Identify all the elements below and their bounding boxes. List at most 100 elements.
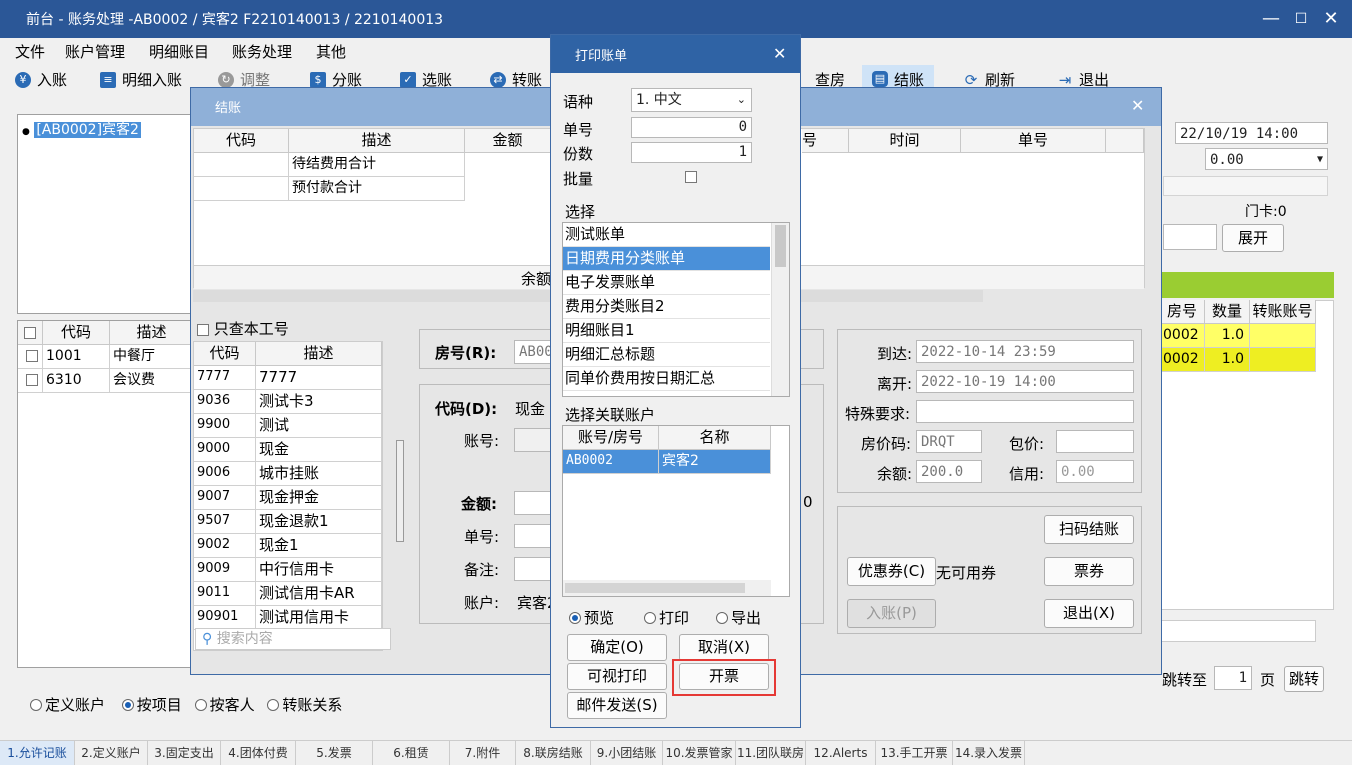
status-tab[interactable]: 14.录入发票 — [953, 741, 1025, 765]
status-tab[interactable]: 13.手工开票 — [876, 741, 953, 765]
code-row-code[interactable]: 9002 — [194, 534, 256, 558]
status-tab[interactable]: 12.Alerts — [806, 741, 876, 765]
blank-input[interactable] — [1163, 224, 1217, 250]
batch-checkbox[interactable] — [685, 171, 697, 183]
exit-icon: ⇥ — [1058, 70, 1072, 89]
status-tab[interactable]: 10.发票管家 — [663, 741, 736, 765]
amount-input[interactable] — [514, 491, 554, 515]
code-row-desc[interactable]: 测试卡3 — [256, 390, 382, 414]
code-row-desc[interactable]: 城市挂账 — [256, 462, 382, 486]
filter-guest[interactable]: 按客人 — [194, 696, 255, 714]
menu-file[interactable]: 文件 — [15, 41, 45, 62]
filter-define[interactable]: 定义账户 — [30, 696, 105, 714]
tree-item[interactable]: ● [AB0002]宾客2 — [22, 119, 141, 139]
invoice-button[interactable]: 开票 — [679, 663, 769, 690]
menu-details[interactable]: 明细账目 — [149, 41, 209, 62]
splitter-handle[interactable] — [396, 440, 404, 542]
status-tab[interactable]: 5.发票 — [296, 741, 373, 765]
ticket-input[interactable] — [514, 524, 554, 548]
code-row-code[interactable]: 9900 — [194, 414, 256, 438]
no-input[interactable]: 0 — [631, 117, 752, 138]
cancel-button[interactable]: 取消(X) — [679, 634, 769, 661]
code-row-desc[interactable]: 中行信用卡 — [256, 558, 382, 582]
scan-checkout-button[interactable]: 扫码结账 — [1044, 515, 1134, 544]
code-row-code[interactable]: 9000 — [194, 438, 256, 462]
minimize-button[interactable]: — — [1256, 6, 1286, 32]
post-button[interactable]: ¥ 入账 — [15, 69, 67, 90]
visual-print-button[interactable]: 可视打印 — [567, 663, 667, 690]
bill-item[interactable]: 日期费用分类账单 — [563, 247, 770, 271]
status-tab[interactable]: 3.固定支出 — [148, 741, 221, 765]
code-row-desc[interactable]: 测试用信用卡 — [256, 606, 382, 630]
close-window-button[interactable]: ✕ — [1316, 6, 1346, 32]
detail-post-button[interactable]: ≡ 明细入账 — [100, 69, 182, 90]
code-row-desc[interactable]: 现金退款1 — [256, 510, 382, 534]
code-row-code[interactable]: 90901 — [194, 606, 256, 630]
status-tab[interactable]: 11.团队联房 — [736, 741, 806, 765]
related-acct[interactable]: AB0002 — [563, 450, 659, 474]
code-row-desc[interactable]: 7777 — [256, 366, 382, 390]
remark-input[interactable] — [514, 557, 554, 581]
lang-select[interactable]: 1. 中文 ⌄ — [631, 88, 752, 112]
status-tab[interactable]: 9.小团结账 — [591, 741, 663, 765]
menu-other[interactable]: 其他 — [316, 41, 346, 62]
expand-button[interactable]: 展开 — [1222, 224, 1284, 252]
code-row-code[interactable]: 7777 — [194, 366, 256, 390]
status-tab[interactable]: 8.联房结账 — [516, 741, 591, 765]
ok-button[interactable]: 确定(O) — [567, 634, 667, 661]
checkout-exit-button[interactable]: 退出(X) — [1044, 599, 1134, 628]
print-close-icon[interactable]: ✕ — [773, 44, 786, 63]
code-row-code[interactable]: 9009 — [194, 558, 256, 582]
checkout-close-icon[interactable]: ✕ — [1131, 96, 1144, 115]
code-row-code[interactable]: 9006 — [194, 462, 256, 486]
time-field[interactable]: 22/10/19 14:00 — [1175, 122, 1328, 144]
only-my-checkbox[interactable]: 只查本工号 — [197, 318, 289, 339]
code-row-desc[interactable]: 测试信用卡AR — [256, 582, 382, 606]
coupon-button[interactable]: 优惠券(C) — [847, 557, 936, 586]
bill-list-scrollbar[interactable] — [771, 223, 789, 396]
bill-item[interactable]: 同单价费用按日期汇总 — [563, 367, 770, 391]
code-row-code[interactable]: 9507 — [194, 510, 256, 534]
bill-item[interactable]: 电子发票账单 — [563, 271, 770, 295]
related-name[interactable]: 宾客2 — [659, 450, 771, 474]
mode-preview[interactable]: 预览 — [569, 607, 614, 628]
code-row-code[interactable]: 9007 — [194, 486, 256, 510]
maximize-button[interactable]: ☐ — [1286, 6, 1316, 32]
related-hscroll[interactable] — [563, 580, 771, 596]
bill-item[interactable]: 明细账目1 — [563, 319, 770, 343]
page-input[interactable]: 1 — [1214, 666, 1252, 690]
bill-item[interactable]: 测试账单 — [563, 223, 770, 247]
menu-accounting[interactable]: 账务处理 — [232, 41, 292, 62]
mode-print[interactable]: 打印 — [644, 607, 689, 628]
mode-export[interactable]: 导出 — [716, 607, 761, 628]
amount-select[interactable]: 0.00 ▼ — [1205, 148, 1328, 170]
bill-item[interactable]: 费用分类账目2 — [563, 295, 770, 319]
status-tab[interactable]: 2.定义账户 — [75, 741, 148, 765]
code-row-desc[interactable]: 现金1 — [256, 534, 382, 558]
search-input[interactable]: ⚲ 搜索内容 — [195, 628, 391, 650]
room-input[interactable]: AB00 — [514, 340, 554, 364]
code-row-desc[interactable]: 测试 — [256, 414, 382, 438]
email-send-button[interactable]: 邮件发送(S) — [567, 692, 667, 719]
jump-button[interactable]: 跳转 — [1284, 666, 1324, 692]
row-checkbox[interactable] — [18, 369, 43, 393]
row-checkbox[interactable] — [18, 345, 43, 369]
code-row-desc[interactable]: 现金押金 — [256, 486, 382, 510]
account-no-input[interactable] — [514, 428, 554, 452]
select-all-header[interactable] — [18, 321, 43, 345]
voucher-button[interactable]: 票券 — [1044, 557, 1134, 586]
code-row-code[interactable]: 9036 — [194, 390, 256, 414]
code-row-code[interactable]: 9011 — [194, 582, 256, 606]
status-tab[interactable]: 4.团体付费 — [221, 741, 296, 765]
filter-item[interactable]: 按项目 — [121, 696, 182, 714]
filter-transfer[interactable]: 转账关系 — [267, 696, 342, 714]
copies-input[interactable]: 1 — [631, 142, 752, 163]
post-payment-button[interactable]: 入账(P) — [847, 599, 936, 628]
status-tab[interactable]: 1.允许记账 — [0, 741, 75, 765]
status-tab[interactable]: 6.租赁 — [373, 741, 450, 765]
bill-item[interactable]: 明细汇总标题 — [563, 343, 770, 367]
status-tab[interactable]: 7.附件 — [450, 741, 516, 765]
menu-account[interactable]: 账户管理 — [65, 41, 125, 62]
code-row-desc[interactable]: 现金 — [256, 438, 382, 462]
blank-field — [1163, 176, 1328, 196]
